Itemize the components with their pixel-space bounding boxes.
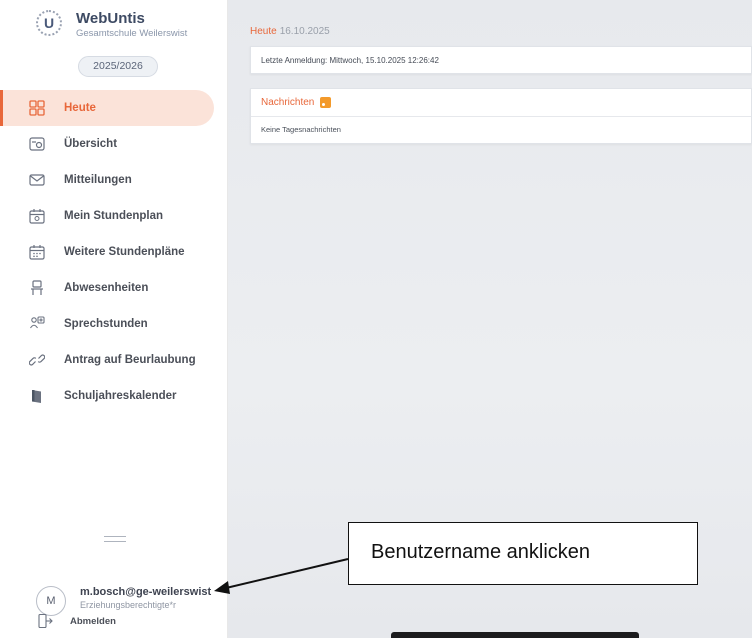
- sidebar-item-mitteilungen[interactable]: Mitteilungen: [0, 162, 228, 198]
- logout-button[interactable]: Abmelden: [36, 612, 116, 630]
- sidebar-item-sprechstunden[interactable]: Sprechstunden: [0, 306, 228, 342]
- news-title: Nachrichten: [261, 97, 315, 108]
- last-login-card: Letzte Anmeldung: Mittwoch, 15.10.2025 1…: [250, 46, 752, 74]
- logout-icon: [36, 612, 54, 630]
- last-login-text: Letzte Anmeldung: Mittwoch, 15.10.2025 1…: [261, 55, 439, 65]
- annotation-callout: Benutzername anklicken: [348, 522, 698, 585]
- sidebar-item-label: Sprechstunden: [64, 318, 148, 330]
- logout-label: Abmelden: [70, 615, 116, 627]
- username[interactable]: m.bosch@ge-weilerswist: [80, 586, 211, 598]
- school-name: Gesamtschule Weilerswist: [76, 28, 188, 39]
- link-icon: [28, 351, 46, 369]
- sidebar-item-weitere-stundenplaene[interactable]: Weitere Stundenpläne: [0, 234, 228, 270]
- brand[interactable]: U WebUntis Gesamtschule Weilerswist: [36, 10, 187, 39]
- absence-icon: [28, 279, 46, 297]
- page-title: Heute 16.10.2025: [250, 26, 330, 37]
- page-date: 16.10.2025: [279, 26, 330, 37]
- news-header: Nachrichten: [251, 89, 751, 117]
- sidebar: U WebUntis Gesamtschule Weilerswist 2025…: [0, 0, 228, 638]
- book-icon: [28, 387, 46, 405]
- sidebar-nav: Heute Übersicht Mitteilungen Mein Stunde…: [0, 90, 228, 414]
- webuntis-logo-icon: U: [36, 10, 62, 36]
- dashboard-icon: [28, 99, 46, 117]
- sidebar-item-schuljahreskalender[interactable]: Schuljahreskalender: [0, 378, 228, 414]
- rss-icon[interactable]: [320, 97, 332, 108]
- sidebar-item-mein-stundenplan[interactable]: Mein Stundenplan: [0, 198, 228, 234]
- home-indicator: [391, 632, 639, 638]
- page-title-text: Heute: [250, 26, 277, 37]
- app-title: WebUntis: [76, 10, 145, 27]
- sidebar-item-label: Mitteilungen: [64, 174, 132, 186]
- school-year-button[interactable]: 2025/2026: [78, 56, 158, 77]
- sidebar-item-label: Antrag auf Beurlaubung: [64, 354, 196, 366]
- news-empty-text: Keine Tagesnachrichten: [261, 125, 341, 134]
- sidebar-item-abwesenheiten[interactable]: Abwesenheiten: [0, 270, 228, 306]
- sidebar-item-label: Abwesenheiten: [64, 282, 149, 294]
- sidebar-item-antrag-beurlaubung[interactable]: Antrag auf Beurlaubung: [0, 342, 228, 378]
- sidebar-item-uebersicht[interactable]: Übersicht: [0, 126, 228, 162]
- mail-icon: [28, 171, 46, 189]
- user-role: Erziehungsberechtigte*r: [80, 600, 177, 610]
- sidebar-item-label: Übersicht: [64, 138, 118, 150]
- sidebar-item-label: Mein Stundenplan: [64, 210, 164, 222]
- calendar-star-icon: [28, 207, 46, 225]
- sidebar-item-label: Heute: [64, 102, 96, 114]
- news-card: Nachrichten Keine Tagesnachrichten: [250, 88, 752, 144]
- people-icon: [28, 315, 46, 333]
- calendar-grid-icon: [28, 243, 46, 261]
- sidebar-item-label: Weitere Stundenpläne: [64, 246, 185, 258]
- sidebar-item-label: Schuljahreskalender: [64, 390, 177, 402]
- sidebar-item-heute[interactable]: Heute: [0, 90, 214, 126]
- overview-icon: [28, 135, 46, 153]
- sidebar-drag-handle[interactable]: [104, 536, 126, 546]
